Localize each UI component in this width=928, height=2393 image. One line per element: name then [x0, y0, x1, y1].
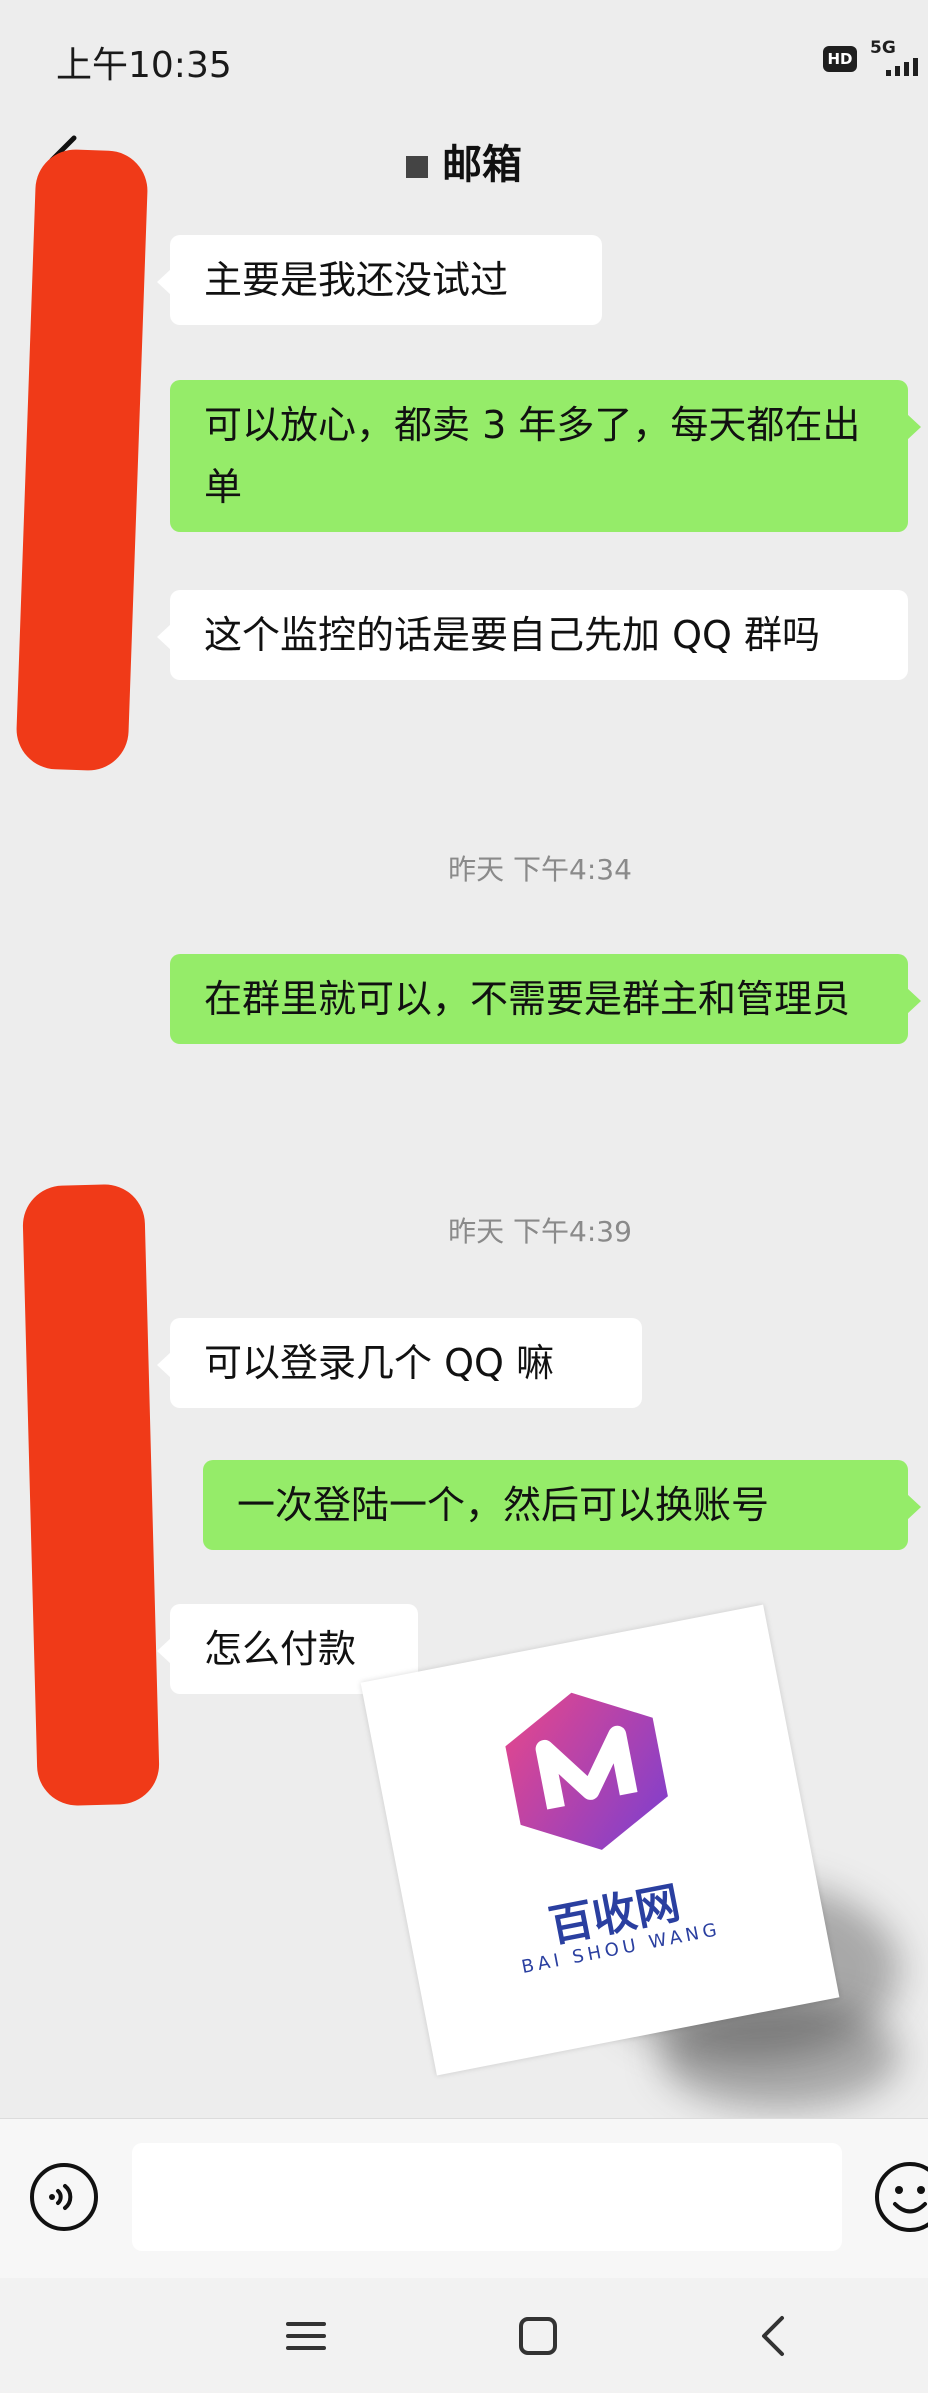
redacted-avatar — [21, 1183, 161, 1807]
status-time: 上午10:35 — [56, 45, 232, 86]
emoji-icon — [875, 2162, 928, 2232]
message-bubble-sent[interactable]: 一次登陆一个，然后可以换账号 — [203, 1460, 921, 1550]
emoji-button[interactable] — [872, 2159, 928, 2235]
menu-button[interactable] — [276, 2306, 336, 2366]
message-bubble-received[interactable]: 主要是我还没试过 — [157, 235, 602, 325]
input-bar — [0, 2118, 928, 2279]
voice-icon — [30, 2163, 98, 2231]
system-nav-bar — [0, 2278, 928, 2393]
message-bubble-received[interactable]: 可以登录几个 QQ 嘛 — [157, 1318, 642, 1408]
signal-icon — [886, 56, 926, 76]
watermark: 百收网 BAI SHOU WANG — [360, 1604, 840, 2076]
system-back-button[interactable] — [744, 2306, 804, 2366]
message-bubble-received[interactable]: 这个监控的话是要自己先加 QQ 群吗 — [157, 590, 908, 680]
menu-icon — [286, 2322, 326, 2350]
chat-screen: 上午10:35 HD 5G 邮箱 主要是我还没试过 可以放心，都卖 3 年多了，… — [0, 0, 928, 2393]
hd-badge: HD — [823, 46, 857, 72]
back-triangle-icon — [762, 2316, 784, 2356]
home-square-icon — [519, 2317, 557, 2355]
status-bar: 上午10:35 HD 5G — [0, 0, 928, 110]
network-label: 5G — [870, 38, 896, 58]
message-bubble-sent[interactable]: 在群里就可以，不需要是群主和管理员 — [170, 954, 921, 1044]
message-input[interactable] — [132, 2143, 842, 2251]
redacted-name-block — [406, 156, 428, 178]
chat-title-text: 邮箱 — [442, 142, 522, 188]
home-button[interactable] — [508, 2306, 568, 2366]
message-bubble-sent[interactable]: 可以放心，都卖 3 年多了，每天都在出单 — [170, 380, 921, 532]
redacted-avatar — [15, 148, 149, 772]
timestamp: 昨天 下午4:34 — [448, 853, 632, 886]
voice-button[interactable] — [28, 2161, 100, 2233]
